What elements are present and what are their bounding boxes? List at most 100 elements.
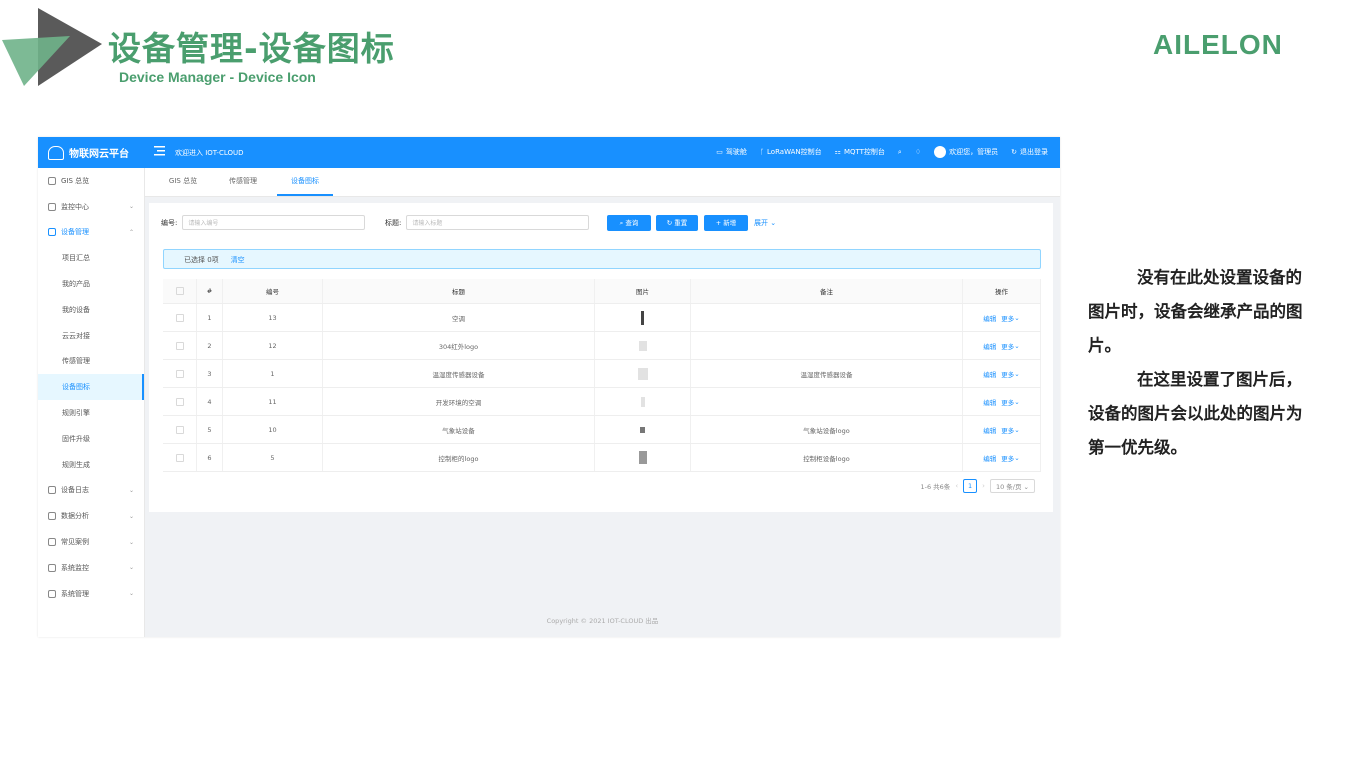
sidebar-item-sensor-manager[interactable]: 传感管理 <box>38 349 144 375</box>
reset-button[interactable]: ↻ 重置 <box>656 215 698 231</box>
more-link[interactable]: 更多 <box>1001 369 1014 379</box>
sidebar-menu: GIS 总览 监控中心 ⌄ 设备管理 ⌃ 项目汇总 我的产品 我的设备 云云对接 传… <box>38 168 145 637</box>
lorawan-console-link[interactable]: ᚴ LoRaWAN控制台 <box>760 147 822 157</box>
device-thumbnail[interactable] <box>638 340 647 351</box>
row-remark <box>691 304 963 331</box>
note-paragraph-1: 没有在此处设置设备的图片时，设备会继承产品的图片。 <box>1088 268 1303 355</box>
brand-logo: AILELON <box>1153 29 1283 60</box>
more-link[interactable]: 更多 <box>1001 453 1014 463</box>
chevron-down-icon: ⌄ <box>128 486 134 494</box>
row-code: 12 <box>223 332 323 359</box>
page-number[interactable]: 1 <box>963 479 978 493</box>
sidebar-item-rule-gen[interactable]: 规则生成 <box>38 452 144 478</box>
sidebar-item-system-monitor[interactable]: 系统监控 ⌄ <box>38 555 144 581</box>
log-icon <box>48 486 56 495</box>
edit-link[interactable]: 编辑 <box>983 341 996 351</box>
code-input[interactable]: 请输入编号 <box>182 215 366 230</box>
tab-gis[interactable]: GIS 总览 <box>161 168 205 196</box>
sidebar-item-analytics[interactable]: 数据分析 ⌄ <box>38 503 144 529</box>
sidebar-item-firmware[interactable]: 固件升级 <box>38 426 144 452</box>
title-input[interactable]: 请输入标题 <box>406 215 590 230</box>
row-checkbox[interactable] <box>175 453 184 462</box>
add-button[interactable]: + 新增 <box>704 215 748 231</box>
tab-device-icon[interactable]: 设备图标 <box>277 168 333 196</box>
edit-link[interactable]: 编辑 <box>983 369 996 379</box>
chevron-down-icon: ⌄ <box>1014 313 1020 322</box>
bell-icon[interactable]: ♢ <box>915 148 921 156</box>
expand-toggle[interactable]: 展开 ⌄ <box>754 215 776 231</box>
row-remark: 温湿度传感器设备 <box>691 360 963 387</box>
row-checkbox[interactable] <box>175 313 184 322</box>
welcome-text: 欢迎进入 IOT-CLOUD <box>175 149 244 157</box>
chevron-down-icon: ⌄ <box>1023 483 1029 491</box>
search-button[interactable]: ⌕ 查询 <box>607 215 651 231</box>
row-index: 6 <box>197 444 223 471</box>
more-link[interactable]: 更多 <box>1001 397 1014 407</box>
prev-page-icon[interactable]: ‹ <box>955 482 958 490</box>
sidebar-item-my-products[interactable]: 我的产品 <box>38 271 144 297</box>
device-thumbnail[interactable] <box>641 310 644 325</box>
sidebar-item-device-log[interactable]: 设备日志 ⌄ <box>38 478 144 504</box>
select-all-checkbox[interactable] <box>175 287 184 295</box>
edit-link[interactable]: 编辑 <box>983 397 996 407</box>
row-checkbox[interactable] <box>175 341 184 350</box>
more-link[interactable]: 更多 <box>1001 313 1014 323</box>
table-row: 3 1 温湿度传感器设备 温湿度传感器设备 编辑 更多 ⌄ <box>163 360 1041 388</box>
device-thumbnail[interactable] <box>640 426 645 433</box>
sidebar-item-device-manager[interactable]: 设备管理 ⌃ <box>38 220 144 246</box>
row-title: 气象站设备 <box>323 416 595 443</box>
row-checkbox[interactable] <box>175 397 184 406</box>
sidebar-item-rule-engine[interactable]: 规则引擎 <box>38 400 144 426</box>
table-row: 1 13 空调 编辑 更多 ⌄ <box>163 304 1041 332</box>
app-logo[interactable]: 物联网云平台 <box>48 145 129 160</box>
sidebar-item-cloud-link[interactable]: 云云对接 <box>38 323 144 349</box>
chart-icon <box>48 512 56 521</box>
col-actions: 操作 <box>963 279 1041 303</box>
selection-alert: 已选择 0项 清空 <box>163 249 1041 269</box>
user-menu[interactable]: 欢迎您，管理员 <box>934 146 998 158</box>
chevron-down-icon: ⌄ <box>128 538 134 546</box>
pagination-total: 1-6 共6条 <box>920 483 951 491</box>
clear-selection-link[interactable]: 清空 <box>231 256 245 264</box>
sidebar-item-project-summary[interactable]: 项目汇总 <box>38 245 144 271</box>
row-checkbox[interactable] <box>175 369 184 378</box>
device-thumbnail[interactable] <box>638 451 647 464</box>
slide-title: 设备管理-设备图标 <box>108 29 395 68</box>
sidebar-item-system-settings[interactable]: 系统管理 ⌄ <box>38 581 144 607</box>
home-icon <box>48 176 56 185</box>
chevron-down-icon: ⌄ <box>1014 425 1020 434</box>
col-code: 编号 <box>223 279 323 303</box>
search-icon[interactable]: ⌕ <box>898 148 902 157</box>
sidebar-item-my-devices[interactable]: 我的设备 <box>38 297 144 323</box>
mqtt-console-link[interactable]: ⚏ MQTT控制台 <box>835 147 885 157</box>
settings-icon <box>48 589 56 598</box>
sidebar-item-gis[interactable]: GIS 总览 <box>38 168 144 194</box>
device-thumbnail[interactable] <box>637 367 648 380</box>
more-link[interactable]: 更多 <box>1001 341 1014 351</box>
page-size-select[interactable]: 10 条/页 ⌄ <box>989 479 1035 493</box>
top-navbar: 物联网云平台 欢迎进入 IOT-CLOUD ▭ 驾驶舱 ᚴ LoRaWAN控制台 ⚏… <box>38 137 1060 168</box>
sidebar-item-cases[interactable]: 常见案例 ⌄ <box>38 529 144 555</box>
edit-link[interactable]: 编辑 <box>983 313 996 323</box>
tab-sensor-manager[interactable]: 传感管理 <box>221 168 265 196</box>
sidebar-item-monitor[interactable]: 监控中心 ⌄ <box>38 194 144 220</box>
table-row: 5 10 气象站设备 气象站设备logo 编辑 更多 ⌄ <box>163 416 1041 444</box>
row-index: 3 <box>197 360 223 387</box>
note-paragraph-2: 在这里设置了图片后，设备的图片会以此处的图片为第一优先级。 <box>1088 370 1303 457</box>
chevron-up-icon: ⌃ <box>128 228 134 236</box>
logout-link[interactable]: ↻ 退出登录 <box>1011 147 1048 157</box>
row-code: 11 <box>223 388 323 415</box>
more-link[interactable]: 更多 <box>1001 425 1014 435</box>
table-row: 2 12 304红外logo 编辑 更多 ⌄ <box>163 332 1041 360</box>
copyright-footer: Copyright © 2021 IOT-CLOUD 出品 <box>546 617 659 625</box>
sidebar-item-device-icon[interactable]: 设备图标 <box>38 374 144 401</box>
row-title: 开发环境的空调 <box>323 388 595 415</box>
edit-link[interactable]: 编辑 <box>983 453 996 463</box>
edit-link[interactable]: 编辑 <box>983 425 996 435</box>
row-checkbox[interactable] <box>175 425 184 434</box>
cockpit-link[interactable]: ▭ 驾驶舱 <box>716 147 747 157</box>
menu-toggle-icon[interactable] <box>154 146 165 156</box>
device-thumbnail[interactable] <box>640 396 645 407</box>
next-page-icon[interactable]: › <box>982 482 985 490</box>
slide-logo-triangles <box>2 8 102 86</box>
